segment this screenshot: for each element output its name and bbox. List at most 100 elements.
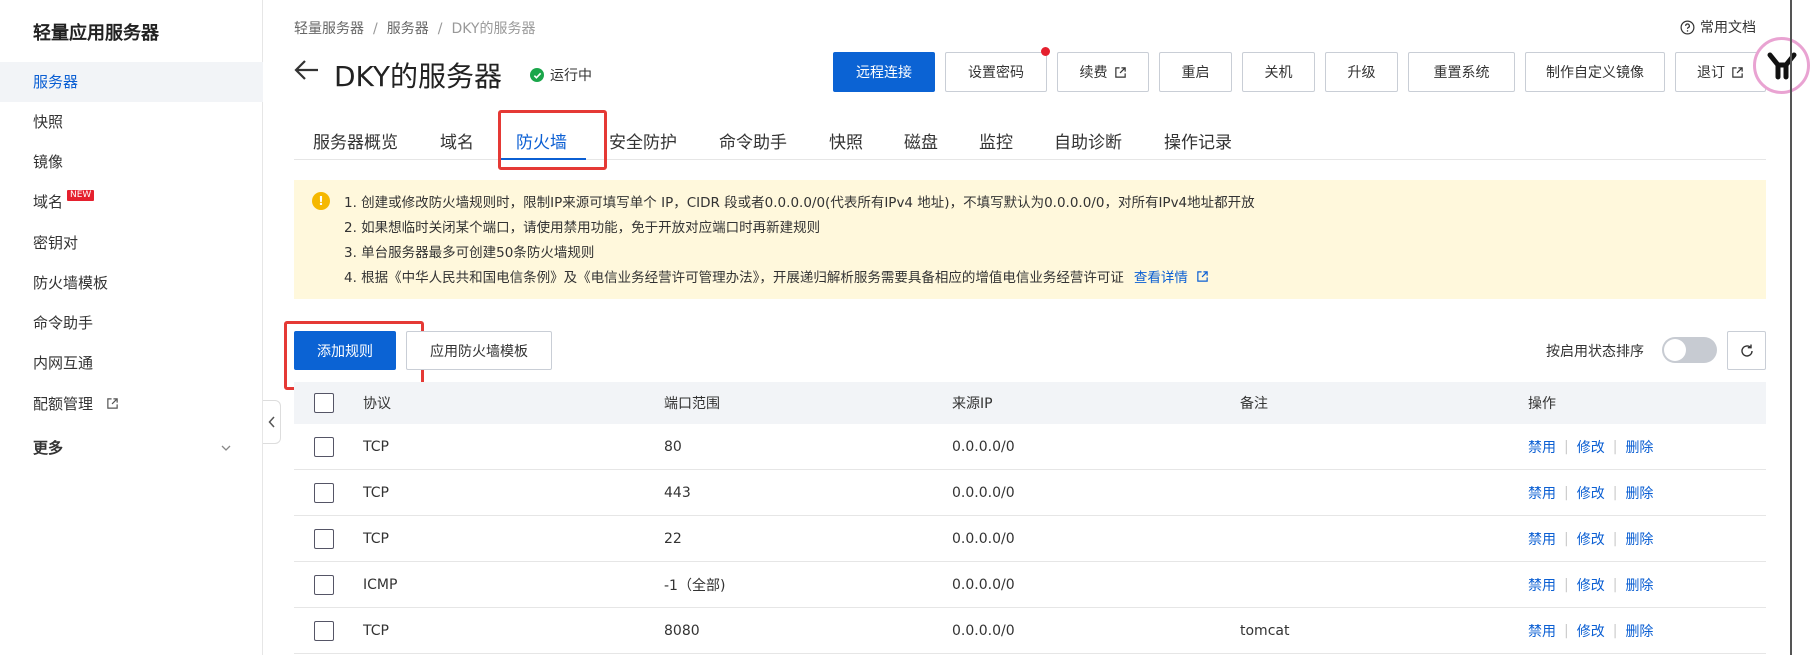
row-actions: 禁用 | 修改 | 删除 bbox=[1528, 483, 1654, 503]
status-badge: 运行中 bbox=[530, 65, 592, 85]
header-note: 备注 bbox=[1240, 396, 1268, 412]
check-circle-icon bbox=[530, 68, 544, 82]
cell-port: 80 bbox=[664, 438, 682, 455]
delete-link[interactable]: 删除 bbox=[1625, 529, 1653, 549]
sidebar-item-images[interactable]: 镜像 bbox=[0, 142, 263, 182]
sidebar-item-servers[interactable]: 服务器 bbox=[0, 62, 263, 102]
edit-link[interactable]: 修改 bbox=[1577, 529, 1605, 549]
tab-snapshot[interactable]: 快照 bbox=[829, 128, 863, 153]
delete-link[interactable]: 删除 bbox=[1625, 621, 1653, 641]
tab-overview[interactable]: 服务器概览 bbox=[313, 128, 398, 153]
external-link-icon bbox=[1114, 66, 1126, 78]
row-checkbox[interactable] bbox=[314, 529, 334, 549]
create-image-button[interactable]: 制作自定义镜像 bbox=[1525, 52, 1665, 92]
cell-port: 443 bbox=[664, 484, 691, 501]
table-header: 协议 端口范围 来源IP 备注 操作 bbox=[294, 382, 1766, 424]
header-actions: 操作 bbox=[1528, 396, 1556, 412]
tab-operation-log[interactable]: 操作记录 bbox=[1164, 128, 1232, 153]
restart-button[interactable]: 重启 bbox=[1159, 52, 1232, 92]
breadcrumb-item[interactable]: 轻量服务器 bbox=[294, 21, 364, 37]
table-row: ICMP -1（全部) 0.0.0.0/0 禁用 | 修改 | 删除 bbox=[294, 562, 1766, 608]
shutdown-button[interactable]: 关机 bbox=[1242, 52, 1315, 92]
external-link-icon bbox=[107, 398, 118, 409]
notification-dot bbox=[1041, 47, 1050, 56]
disable-link[interactable]: 禁用 bbox=[1528, 437, 1556, 457]
cell-protocol: TCP bbox=[363, 438, 389, 455]
delete-link[interactable]: 删除 bbox=[1625, 575, 1653, 595]
external-link-icon bbox=[1732, 66, 1743, 78]
cell-source: 0.0.0.0/0 bbox=[952, 576, 1015, 593]
tab-disk[interactable]: 磁盘 bbox=[904, 128, 938, 153]
sidebar-item-intranet[interactable]: 内网互通 bbox=[0, 343, 263, 383]
sidebar: 轻量应用服务器 服务器 快照 镜像 域名 NEW 密钥对 防火墙模板 命令助手 内… bbox=[0, 0, 263, 655]
help-icon bbox=[1680, 20, 1695, 34]
tab-security[interactable]: 安全防护 bbox=[609, 128, 677, 153]
window-edge bbox=[1790, 0, 1792, 655]
select-all-checkbox[interactable] bbox=[314, 393, 334, 413]
edit-link[interactable]: 修改 bbox=[1577, 437, 1605, 457]
notice-line: 3. 单台服务器最多可创建50条防火墙规则 bbox=[344, 245, 595, 261]
sidebar-item-command-helper[interactable]: 命令助手 bbox=[0, 303, 263, 343]
sidebar-item-more[interactable]: 更多 bbox=[0, 428, 263, 468]
sidebar-item-domains[interactable]: 域名 NEW bbox=[0, 182, 263, 222]
cell-source: 0.0.0.0/0 bbox=[952, 438, 1015, 455]
disable-link[interactable]: 禁用 bbox=[1528, 483, 1556, 503]
row-actions: 禁用 | 修改 | 删除 bbox=[1528, 575, 1654, 595]
toggle-knob bbox=[1664, 339, 1686, 361]
sort-by-status-toggle[interactable] bbox=[1662, 337, 1717, 363]
sidebar-item-quota[interactable]: 配额管理 bbox=[0, 384, 263, 424]
disable-link[interactable]: 禁用 bbox=[1528, 575, 1556, 595]
cell-note: tomcat bbox=[1240, 622, 1290, 639]
sidebar-collapse-button[interactable] bbox=[263, 400, 281, 444]
renew-button[interactable]: 续费 bbox=[1057, 52, 1149, 92]
tab-self-diagnosis[interactable]: 自助诊断 bbox=[1054, 128, 1122, 153]
notice-line: 2. 如果想临时关闭某个端口，请使用禁用功能，免于开放对应端口时再新建规则 bbox=[344, 220, 821, 236]
sidebar-item-keypairs[interactable]: 密钥对 bbox=[0, 223, 263, 263]
highlight-box-firewall-tab bbox=[498, 110, 607, 170]
help-docs-link[interactable]: 常用文档 bbox=[1680, 17, 1756, 37]
row-checkbox[interactable] bbox=[314, 483, 334, 503]
edit-link[interactable]: 修改 bbox=[1577, 575, 1605, 595]
tab-command-helper[interactable]: 命令助手 bbox=[719, 128, 787, 153]
breadcrumb-current: DKY的服务器 bbox=[451, 21, 536, 37]
firewall-rules-table: 协议 端口范围 来源IP 备注 操作 TCP 80 0.0.0.0/0 禁用 | 修… bbox=[294, 382, 1766, 654]
assistant-logo-icon[interactable] bbox=[1753, 37, 1810, 94]
sidebar-item-snapshots[interactable]: 快照 bbox=[0, 102, 263, 142]
refund-button[interactable]: 退订 bbox=[1675, 52, 1766, 92]
cell-protocol: TCP bbox=[363, 530, 389, 547]
disable-link[interactable]: 禁用 bbox=[1528, 529, 1556, 549]
apply-template-button[interactable]: 应用防火墙模板 bbox=[406, 331, 552, 370]
warning-icon: ! bbox=[312, 192, 330, 210]
chevron-left-icon bbox=[267, 416, 275, 428]
delete-link[interactable]: 删除 bbox=[1625, 437, 1653, 457]
remote-connect-button[interactable]: 远程连接 bbox=[833, 52, 935, 92]
row-checkbox[interactable] bbox=[314, 621, 334, 641]
refresh-icon bbox=[1740, 344, 1753, 357]
view-details-link[interactable]: 查看详情 bbox=[1134, 270, 1209, 286]
breadcrumb-item[interactable]: 服务器 bbox=[387, 21, 429, 37]
row-checkbox[interactable] bbox=[314, 575, 334, 595]
sidebar-title: 轻量应用服务器 bbox=[33, 23, 159, 44]
header-source: 来源IP bbox=[952, 396, 993, 412]
header-protocol: 协议 bbox=[363, 396, 391, 412]
new-badge: NEW bbox=[67, 190, 95, 201]
sort-label: 按启用状态排序 bbox=[1546, 344, 1644, 360]
edit-link[interactable]: 修改 bbox=[1577, 621, 1605, 641]
table-row: TCP 443 0.0.0.0/0 禁用 | 修改 | 删除 bbox=[294, 470, 1766, 516]
set-password-button[interactable]: 设置密码 bbox=[945, 52, 1047, 92]
tab-monitor[interactable]: 监控 bbox=[979, 128, 1013, 153]
chevron-down-icon bbox=[221, 445, 231, 451]
row-checkbox[interactable] bbox=[314, 437, 334, 457]
reinstall-system-button[interactable]: 重置系统 bbox=[1408, 52, 1515, 92]
upgrade-button[interactable]: 升级 bbox=[1325, 52, 1398, 92]
edit-link[interactable]: 修改 bbox=[1577, 483, 1605, 503]
disable-link[interactable]: 禁用 bbox=[1528, 621, 1556, 641]
highlight-box-add-rule bbox=[284, 321, 424, 390]
row-actions: 禁用 | 修改 | 删除 bbox=[1528, 529, 1654, 549]
tab-domain[interactable]: 域名 bbox=[440, 128, 474, 153]
back-button[interactable] bbox=[294, 58, 320, 86]
table-row: TCP 80 0.0.0.0/0 禁用 | 修改 | 删除 bbox=[294, 424, 1766, 470]
sidebar-item-firewall-templates[interactable]: 防火墙模板 bbox=[0, 263, 263, 303]
delete-link[interactable]: 删除 bbox=[1625, 483, 1653, 503]
refresh-button[interactable] bbox=[1727, 331, 1766, 370]
